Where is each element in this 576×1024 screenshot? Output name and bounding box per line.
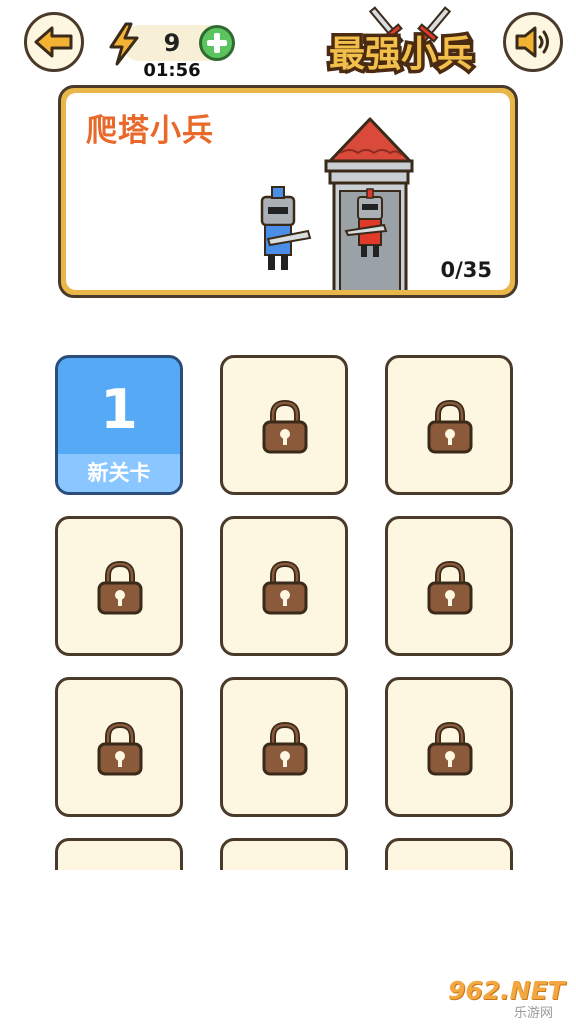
plus-icon	[207, 33, 227, 53]
level-tile-locked[interactable]	[385, 677, 513, 817]
energy-count: 9	[163, 29, 181, 57]
level-tile-locked[interactable]	[220, 516, 348, 656]
mode-title: 爬塔小兵	[86, 113, 214, 149]
lock-icon	[97, 722, 143, 776]
level-tile-locked[interactable]	[385, 355, 513, 495]
level-tile-locked[interactable]	[220, 677, 348, 817]
level-tile-1[interactable]: 1 新关卡	[55, 355, 183, 495]
banner-illustration	[260, 117, 414, 290]
lock-icon	[262, 722, 308, 776]
lock-icon	[427, 722, 473, 776]
level-tile-locked[interactable]	[55, 677, 183, 817]
lock-icon	[97, 561, 143, 615]
logo-text: 最强小兵	[329, 34, 473, 75]
level-tile-locked[interactable]	[385, 516, 513, 656]
level-tile-locked[interactable]	[55, 838, 183, 870]
level-tile-locked[interactable]	[220, 838, 348, 870]
lock-icon	[262, 400, 308, 454]
level-tile-locked[interactable]	[55, 516, 183, 656]
arrow-left-icon	[34, 26, 73, 58]
lock-icon	[262, 561, 308, 615]
back-button[interactable]	[24, 12, 84, 72]
level-tile-locked[interactable]	[220, 355, 348, 495]
blue-knight-illustration	[260, 186, 312, 270]
new-level-label: 新关卡	[58, 454, 180, 492]
banner-panel: 爬塔小兵 0/35	[66, 93, 510, 290]
lock-icon	[427, 400, 473, 454]
energy-timer: 01:56	[143, 60, 201, 81]
level-tile-locked[interactable]	[385, 838, 513, 870]
speaker-icon	[515, 26, 549, 58]
watermark-logo: 962.NET	[448, 976, 565, 1005]
level-number: 1	[100, 378, 138, 441]
watermark-subtext: 乐游网	[514, 1006, 554, 1021]
level-grid: 1 新关卡	[0, 340, 576, 870]
level-select-screen: 9 01:56 最强小兵 爬塔小兵 0/35 1 新关卡 962.NET 乐游网	[0, 0, 576, 1024]
mode-banner[interactable]: 爬塔小兵 0/35	[58, 85, 518, 298]
game-logo: 最强小兵	[322, 6, 480, 79]
sound-button[interactable]	[503, 12, 563, 72]
lock-icon	[427, 561, 473, 615]
add-energy-button[interactable]	[199, 25, 235, 61]
mode-progress: 0/35	[440, 258, 492, 282]
